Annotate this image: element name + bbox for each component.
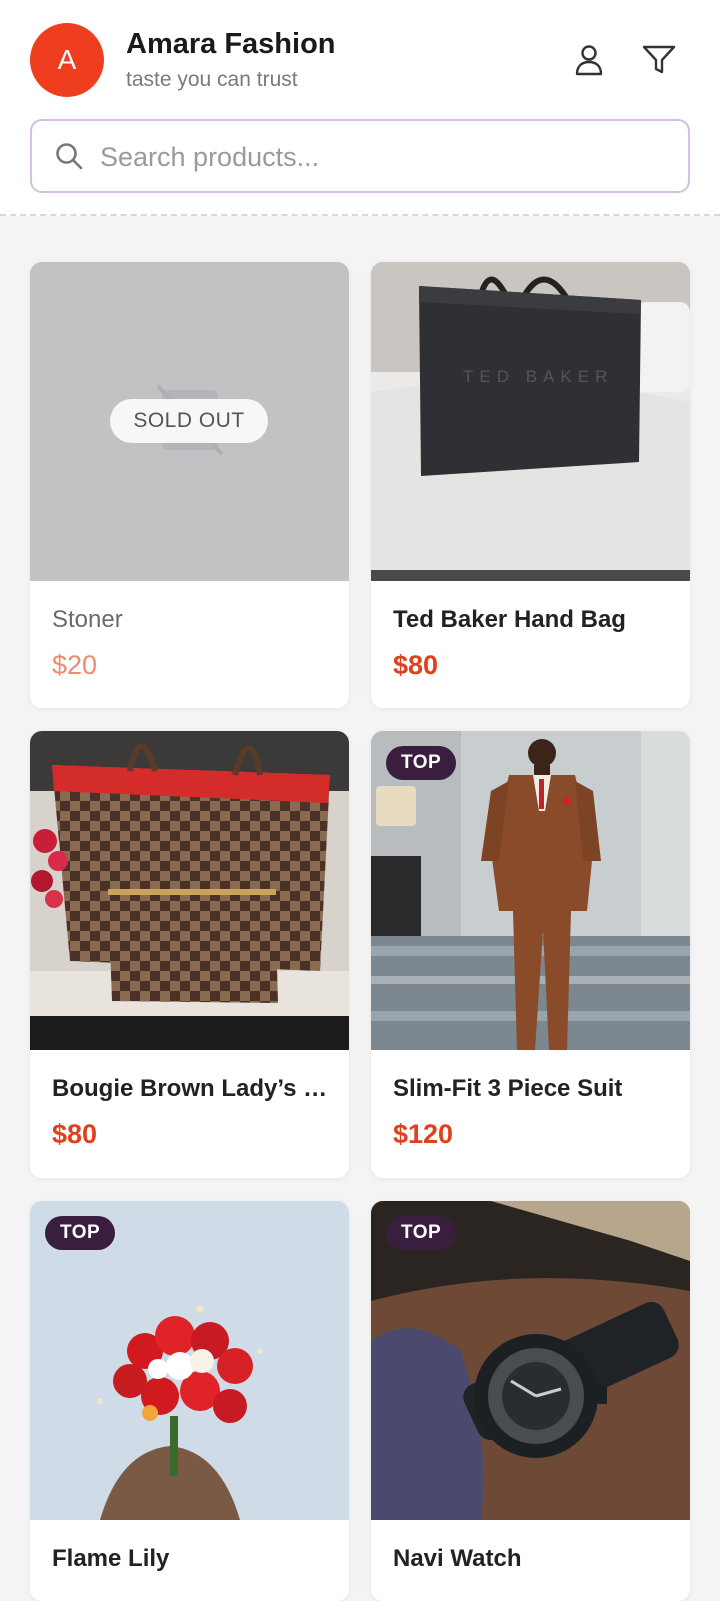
search-input[interactable] <box>98 129 672 185</box>
product-card-flame-lily[interactable]: TOP Flame Lily <box>30 1201 349 1601</box>
store-avatar[interactable]: A <box>30 23 104 97</box>
product-name: Stoner <box>52 606 123 633</box>
product-card-navi-watch[interactable]: TOP Navi Watch <box>371 1201 690 1601</box>
product-name: Bougie Brown Lady’s … <box>52 1075 328 1102</box>
product-name: Flame Lily <box>52 1545 170 1572</box>
product-name: Navi Watch <box>393 1545 522 1572</box>
top-badge: TOP <box>386 746 457 780</box>
top-badge: TOP <box>386 1216 457 1250</box>
product-card-stoner[interactable]: SOLD OUT Stoner $20 <box>30 262 349 708</box>
search-icon <box>56 143 83 170</box>
filter-icon[interactable] <box>639 40 679 80</box>
product-name: Ted Baker Hand Bag <box>393 606 626 633</box>
search-bar[interactable] <box>30 119 690 193</box>
product-image: TOP <box>371 1201 690 1520</box>
product-card-bougie-brown[interactable]: Bougie Brown Lady’s … $80 <box>30 731 349 1178</box>
user-icon[interactable] <box>569 40 609 80</box>
top-badge: TOP <box>45 1216 116 1250</box>
product-price: $20 <box>52 650 98 680</box>
store-name: Amara Fashion <box>126 28 336 60</box>
sold-out-badge: SOLD OUT <box>110 399 268 443</box>
product-card-ted-baker[interactable]: TED BAKER Ted Baker Hand Bag $80 <box>371 262 690 708</box>
product-card-slim-fit-suit[interactable]: TOP Slim-Fit 3 Piece Suit $120 <box>371 731 690 1178</box>
product-price: $80 <box>393 650 439 680</box>
bag-brand-text: TED BAKER <box>463 367 613 386</box>
product-image: TOP <box>371 731 690 1050</box>
app-header: A Amara Fashion taste you can trust <box>0 0 720 216</box>
product-image: TOP <box>30 1201 349 1520</box>
product-price: $80 <box>52 1119 98 1149</box>
product-price: $120 <box>393 1119 454 1149</box>
product-name: Slim-Fit 3 Piece Suit <box>393 1075 623 1102</box>
product-image: TED BAKER <box>371 262 690 581</box>
product-image: SOLD OUT <box>30 262 349 581</box>
store-tagline: taste you can trust <box>126 68 298 91</box>
product-image <box>30 731 349 1050</box>
